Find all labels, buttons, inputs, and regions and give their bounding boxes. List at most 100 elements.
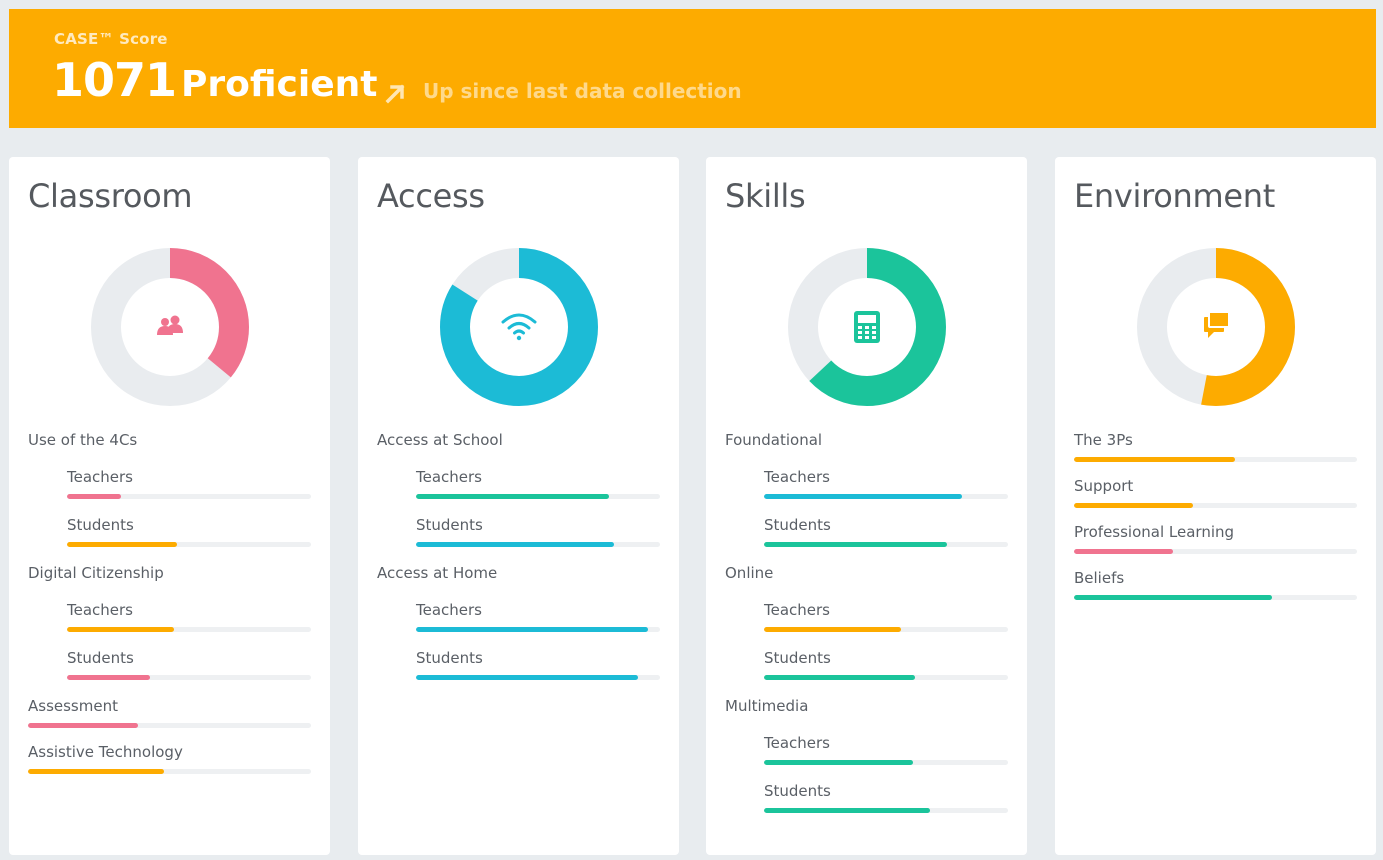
progress-fill	[67, 675, 150, 680]
metric-label: Students	[416, 649, 483, 667]
metric-label: Assistive Technology	[28, 743, 183, 761]
card-title: Classroom	[28, 177, 193, 215]
metric-label: Students	[764, 649, 831, 667]
progress-fill	[416, 675, 639, 680]
metric-row: Students	[764, 649, 1008, 680]
metric-row: Assistive Technology	[28, 743, 311, 774]
progress-track	[764, 675, 1008, 680]
progress-fill	[764, 760, 913, 765]
progress-fill	[416, 627, 648, 632]
metric-row: Students	[67, 516, 311, 547]
score-donut	[1136, 247, 1296, 407]
score-donut	[90, 247, 250, 407]
metric-label: Assessment	[28, 697, 118, 715]
metric-row: Students	[416, 516, 660, 547]
progress-fill	[764, 542, 947, 547]
metric-row: Students	[416, 649, 660, 680]
metric-row: Teachers	[67, 468, 311, 499]
case-score-value: 1071	[52, 53, 177, 107]
progress-track	[67, 494, 311, 499]
metric-label: Support	[1074, 477, 1134, 495]
metric-group-header: Online	[725, 564, 1008, 582]
metric-label: Teachers	[416, 601, 482, 619]
progress-track	[416, 542, 660, 547]
case-score-level: Proficient	[181, 64, 378, 105]
metric-row: The 3Ps	[1074, 431, 1357, 462]
progress-track	[1074, 503, 1357, 508]
metric-row: Teachers	[764, 601, 1008, 632]
metric-row: Assessment	[28, 697, 311, 728]
metric-label: Access at Home	[377, 564, 498, 582]
metric-row: Students	[764, 516, 1008, 547]
metric-row: Teachers	[416, 601, 660, 632]
progress-fill	[67, 627, 175, 632]
metric-label: Multimedia	[725, 697, 809, 715]
metric-row: Teachers	[67, 601, 311, 632]
progress-fill	[416, 542, 614, 547]
progress-track	[764, 494, 1008, 499]
arrow-up-right-icon	[385, 84, 405, 104]
progress-track	[67, 542, 311, 547]
metric-label: Access at School	[377, 431, 503, 449]
progress-fill	[1074, 457, 1236, 462]
progress-track	[416, 494, 660, 499]
metric-row: Teachers	[416, 468, 660, 499]
metric-row: Students	[764, 782, 1008, 813]
card-classroom: Classroom Use of the 4Cs Teachers Students D…	[9, 157, 330, 855]
progress-track	[1074, 549, 1357, 554]
progress-track	[764, 760, 1008, 765]
metric-label: Teachers	[67, 601, 133, 619]
progress-fill	[67, 542, 177, 547]
progress-fill	[28, 723, 139, 728]
metric-group-header: Multimedia	[725, 697, 1008, 715]
metric-row: Students	[67, 649, 311, 680]
score-donut	[439, 247, 599, 407]
metric-label: Teachers	[416, 468, 482, 486]
metric-row: Professional Learning	[1074, 523, 1357, 554]
people-icon	[157, 315, 183, 335]
metric-label: Foundational	[725, 431, 823, 449]
metric-label: Beliefs	[1074, 569, 1125, 587]
card-access: Access Access at School Teachers Students Ac…	[358, 157, 679, 855]
progress-fill	[416, 494, 609, 499]
score-donut	[787, 247, 947, 407]
metric-label: Students	[764, 516, 831, 534]
progress-track	[764, 808, 1008, 813]
progress-fill	[67, 494, 121, 499]
progress-fill	[764, 627, 901, 632]
progress-track	[28, 769, 311, 774]
metric-label: Online	[725, 564, 774, 582]
metric-row: Support	[1074, 477, 1357, 508]
progress-fill	[764, 808, 930, 813]
metric-label: The 3Ps	[1074, 431, 1133, 449]
progress-fill	[764, 675, 916, 680]
metric-label: Digital Citizenship	[28, 564, 164, 582]
progress-fill	[28, 769, 164, 774]
metric-label: Use of the 4Cs	[28, 431, 138, 449]
progress-fill	[764, 494, 962, 499]
progress-fill	[1074, 503, 1193, 508]
card-environment: Environment The 3Ps Support Professional Le…	[1055, 157, 1376, 855]
progress-track	[764, 627, 1008, 632]
progress-track	[67, 675, 311, 680]
metric-label: Teachers	[764, 734, 830, 752]
metric-label: Students	[67, 516, 134, 534]
progress-fill	[1074, 549, 1174, 554]
metric-label: Teachers	[764, 468, 830, 486]
progress-track	[416, 675, 660, 680]
metric-group-header: Access at School	[377, 431, 660, 449]
card-skills: Skills Foundational Teachers Students Online…	[706, 157, 1027, 855]
progress-fill	[1074, 595, 1273, 600]
progress-track	[1074, 595, 1357, 600]
metric-row: Teachers	[764, 468, 1008, 499]
progress-track	[416, 627, 660, 632]
metric-label: Students	[416, 516, 483, 534]
metric-label: Students	[764, 782, 831, 800]
card-title: Access	[377, 177, 485, 215]
metric-label: Professional Learning	[1074, 523, 1235, 541]
calculator-icon	[854, 311, 880, 343]
metric-row: Teachers	[764, 734, 1008, 765]
score-trend-text: Up since last data collection	[423, 79, 742, 103]
metric-label: Students	[67, 649, 134, 667]
metric-group-header: Use of the 4Cs	[28, 431, 311, 449]
